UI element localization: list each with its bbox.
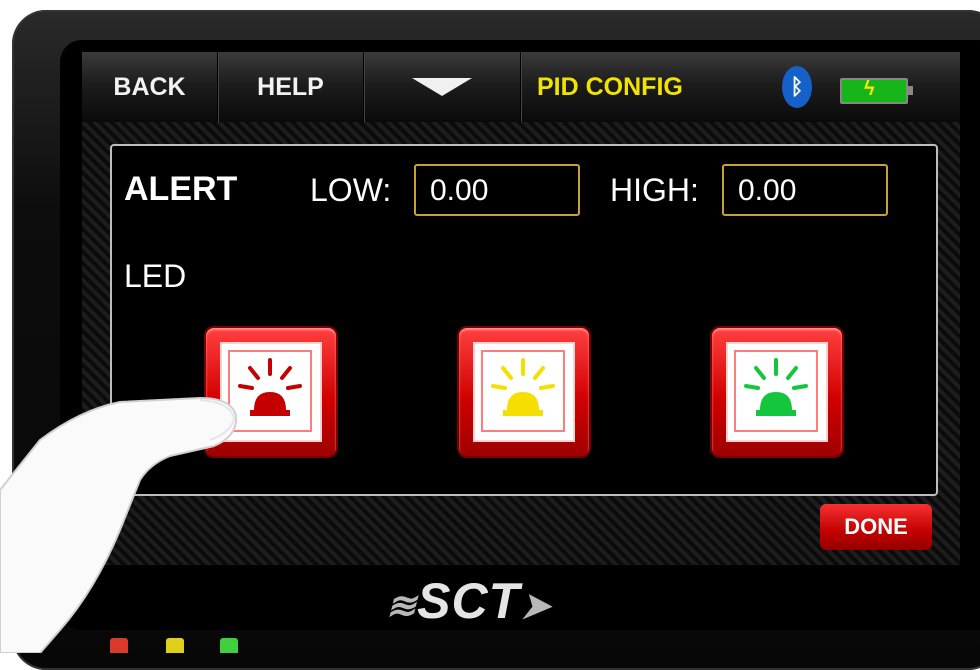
pointing-hand-image — [0, 396, 238, 653]
beacon-yellow-icon — [491, 358, 555, 416]
brand-logo: ≋SCT➤ — [386, 572, 551, 630]
high-value-field[interactable]: 0.00 — [722, 164, 888, 216]
led-yellow-face — [473, 342, 575, 442]
flame-icon: ≋ — [386, 585, 418, 626]
top-bar: BACK HELP PID CONFIG ᛒ ϟ — [82, 52, 960, 122]
bluetooth-icon: ᛒ — [782, 66, 812, 108]
alert-heading: ALERT — [124, 170, 238, 208]
high-label: HIGH: — [610, 172, 699, 208]
arrow-icon: ➤ — [520, 585, 552, 626]
help-label: HELP — [257, 72, 324, 101]
low-value-field[interactable]: 0.00 — [414, 164, 580, 216]
done-button[interactable]: DONE — [820, 504, 932, 550]
dropdown-button[interactable] — [364, 52, 521, 122]
low-label: LOW: — [310, 172, 392, 208]
led-yellow-button[interactable] — [459, 328, 589, 456]
battery-charging-icon: ϟ — [840, 78, 913, 104]
led-green-button[interactable] — [712, 328, 842, 456]
led-yellow-frame — [481, 350, 565, 432]
done-label: DONE — [844, 514, 908, 539]
lightning-icon: ϟ — [864, 78, 875, 100]
page-title: PID CONFIG — [521, 52, 757, 122]
help-button[interactable]: HELP — [218, 52, 364, 122]
brand-name: SCT — [417, 573, 521, 629]
back-label: BACK — [113, 72, 186, 101]
led-green-frame — [734, 350, 818, 432]
led-green-face — [726, 342, 828, 442]
chevron-down-icon — [412, 78, 472, 96]
beacon-green-icon — [744, 358, 808, 416]
back-button[interactable]: BACK — [82, 52, 218, 122]
page-title-label: PID CONFIG — [537, 72, 683, 101]
led-label: LED — [124, 258, 187, 294]
